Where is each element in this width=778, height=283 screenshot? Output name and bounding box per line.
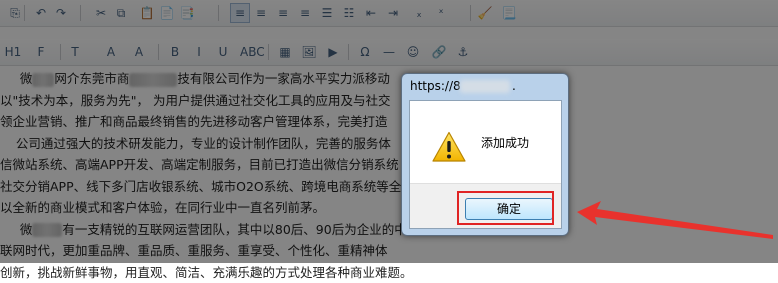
dialog-title-suffix: . <box>512 74 516 99</box>
annotation-arrow-icon <box>575 195 775 240</box>
dialog-titlebar[interactable]: https://8 . <box>402 74 568 99</box>
dialog-message: 添加成功 <box>481 134 529 151</box>
paragraph-line: 创新，挑战新鲜事物，用直观、简洁、充满乐趣的方式处理各种商业难题。 <box>0 262 778 283</box>
dialog-title: https://8 <box>410 74 461 99</box>
warning-icon <box>432 131 466 163</box>
redacted-url <box>460 80 510 93</box>
highlight-box <box>457 191 554 225</box>
